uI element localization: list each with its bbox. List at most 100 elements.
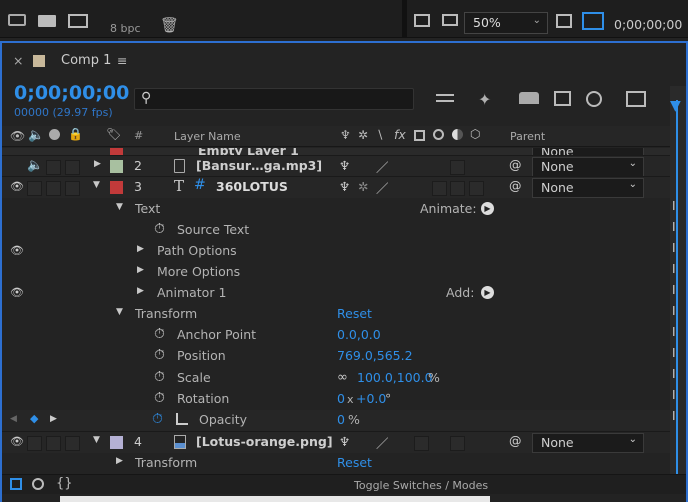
- stopwatch-icon[interactable]: ⏱: [154, 221, 165, 237]
- layer-label-color[interactable]: [110, 181, 123, 194]
- quality-switch-icon[interactable]: ／: [376, 157, 389, 176]
- solo-switch[interactable]: [46, 160, 61, 175]
- new-composition-icon[interactable]: [68, 14, 88, 28]
- layer-search-field[interactable]: ⚲: [134, 88, 414, 110]
- rotation-turns-value[interactable]: 0: [337, 391, 345, 406]
- collapse-arrow-icon[interactable]: ▼: [116, 202, 123, 212]
- layer-name[interactable]: [Lotus-orange.png]: [196, 434, 333, 449]
- layer-label-color[interactable]: [110, 160, 123, 173]
- expand-arrow-icon[interactable]: ▶: [137, 265, 144, 275]
- stopwatch-icon[interactable]: ⏱: [154, 347, 165, 363]
- 3d-switch[interactable]: [450, 181, 465, 196]
- quality-switch-icon[interactable]: ∖: [376, 128, 384, 142]
- expand-arrow-icon[interactable]: ▶: [94, 159, 101, 169]
- property-rotation[interactable]: ⏱ Rotation 0 x +0.0 °: [2, 389, 670, 410]
- quality-switch-icon[interactable]: ／: [376, 433, 389, 452]
- property-animator-1[interactable]: 👁 ▶ Animator 1 Add: ▶: [2, 283, 670, 304]
- shy-layers-icon[interactable]: [519, 92, 539, 104]
- parent-dropdown[interactable]: None ⌄: [532, 433, 644, 453]
- layer-label-color[interactable]: [110, 436, 123, 449]
- eye-icon[interactable]: 👁: [10, 129, 25, 143]
- layer-row-2[interactable]: 🔈 ▶ 2 [Bansur…ga.mp3] ♆ ／ @ None ⌄: [2, 155, 670, 177]
- interpret-footage-icon[interactable]: [8, 14, 26, 26]
- constrain-proportions-icon[interactable]: ∞: [337, 370, 348, 385]
- graph-icon[interactable]: [176, 413, 188, 425]
- timeline-timecode[interactable]: 0;00;00;00: [14, 82, 129, 104]
- lock-icon[interactable]: 🔒: [68, 127, 83, 141]
- layer-switches-icon[interactable]: [10, 478, 22, 490]
- composition-flowchart-icon[interactable]: [436, 94, 454, 102]
- property-more-options[interactable]: ▶ More Options: [2, 262, 670, 283]
- draft-3d-icon[interactable]: ✦: [478, 90, 491, 109]
- keyframe-diamond-icon[interactable]: ◆: [30, 412, 38, 425]
- reset-link[interactable]: Reset: [337, 306, 372, 321]
- lock-switch[interactable]: [65, 160, 80, 175]
- property-opacity[interactable]: ◀ ◆ ▶ ⏱ Opacity 0 %: [2, 410, 670, 431]
- motion-blur-switch-icon[interactable]: [433, 129, 444, 140]
- eye-icon[interactable]: 👁: [10, 244, 24, 257]
- pickwhip-icon[interactable]: @: [509, 433, 522, 448]
- anchor-point-value[interactable]: 0.0,0.0: [337, 327, 381, 342]
- panel-menu-icon[interactable]: ≡: [117, 53, 127, 68]
- lock-switch[interactable]: [65, 436, 80, 451]
- fx-switch[interactable]: [432, 181, 447, 196]
- property-text[interactable]: ▼ Text Animate: ▶: [2, 199, 670, 220]
- toggle-switches-modes[interactable]: Toggle Switches / Modes: [354, 479, 488, 492]
- layer-row-3[interactable]: 👁 ▼ 3 T # 360LOTUS ♆ ✲ ／ @ None ⌄: [2, 176, 670, 198]
- property-anchor-point[interactable]: ⏱ Anchor Point 0.0,0.0: [2, 325, 670, 346]
- collapse-switch-icon[interactable]: ✲: [358, 128, 368, 142]
- new-folder-icon[interactable]: [38, 15, 56, 27]
- in-out-icon[interactable]: {}: [56, 476, 73, 491]
- column-fx[interactable]: fx: [394, 127, 406, 142]
- stopwatch-icon[interactable]: ⏱: [154, 369, 165, 385]
- shy-switch-icon[interactable]: ♆: [339, 434, 350, 449]
- stopwatch-icon[interactable]: ⏱: [154, 390, 165, 406]
- expand-arrow-icon[interactable]: ▶: [137, 286, 144, 296]
- quality-switch-icon[interactable]: ／: [376, 178, 389, 197]
- adjustment-switch-icon[interactable]: [452, 129, 463, 140]
- grid-guides-icon[interactable]: [556, 14, 572, 28]
- eye-icon[interactable]: 👁: [10, 286, 24, 299]
- viewer-timecode[interactable]: 0;00;00;00: [614, 17, 682, 32]
- close-tab-button[interactable]: ×: [13, 53, 23, 68]
- eye-icon[interactable]: 👁: [10, 435, 24, 448]
- 3d-switch[interactable]: [450, 436, 465, 451]
- shy-switch-icon[interactable]: ♆: [340, 128, 351, 142]
- snapshot-icon[interactable]: [414, 14, 430, 27]
- property-position[interactable]: ⏱ Position 769.0,565.2: [2, 346, 670, 367]
- mask-visibility-icon[interactable]: [582, 12, 604, 30]
- motion-blur-icon[interactable]: [586, 91, 602, 107]
- collapse-arrow-icon[interactable]: ▼: [93, 435, 100, 445]
- layer-name[interactable]: [Bansur…ga.mp3]: [196, 158, 322, 173]
- collapse-arrow-icon[interactable]: ▼: [116, 307, 123, 317]
- 3d-layer-switch-icon[interactable]: ⬡: [470, 127, 480, 141]
- shy-switch-icon[interactable]: ♆: [339, 158, 350, 173]
- expand-arrow-icon[interactable]: ▶: [116, 456, 123, 466]
- reset-link[interactable]: Reset: [337, 455, 372, 470]
- pickwhip-icon[interactable]: @: [509, 178, 522, 193]
- position-value[interactable]: 769.0,565.2: [337, 348, 413, 363]
- 3d-switch[interactable]: [450, 160, 465, 175]
- property-path-options[interactable]: 👁 ▶ Path Options: [2, 241, 670, 262]
- stopwatch-icon[interactable]: ⏱: [154, 326, 165, 342]
- next-keyframe-icon[interactable]: ▶: [50, 414, 57, 424]
- fx-switch[interactable]: [414, 436, 429, 451]
- playhead-icon[interactable]: ▼: [670, 98, 681, 114]
- graph-editor-icon[interactable]: [626, 91, 646, 107]
- stopwatch-active-icon[interactable]: ⏱: [152, 411, 163, 427]
- property-scale[interactable]: ⏱ Scale ∞ 100.0,100.0 %: [2, 368, 670, 389]
- speaker-icon[interactable]: 🔈: [28, 128, 44, 143]
- transfer-controls-icon[interactable]: [32, 478, 44, 490]
- property-source-text[interactable]: ⏱ Source Text: [2, 220, 670, 241]
- expand-arrow-icon[interactable]: ▶: [137, 244, 144, 254]
- parent-dropdown[interactable]: None ⌄: [532, 178, 644, 198]
- scale-value[interactable]: 100.0,100.0: [357, 370, 433, 385]
- audio-speaker-icon[interactable]: 🔈: [27, 158, 43, 173]
- monitor-icon[interactable]: [442, 14, 458, 26]
- layer-name[interactable]: 360LOTUS: [216, 179, 288, 194]
- column-layer-name[interactable]: Layer Name: [174, 130, 241, 143]
- solo-switch[interactable]: [46, 181, 61, 196]
- opacity-value[interactable]: 0: [337, 412, 345, 427]
- property-transform-2[interactable]: ▶ Transform Reset: [2, 453, 670, 470]
- lock-switch[interactable]: [65, 181, 80, 196]
